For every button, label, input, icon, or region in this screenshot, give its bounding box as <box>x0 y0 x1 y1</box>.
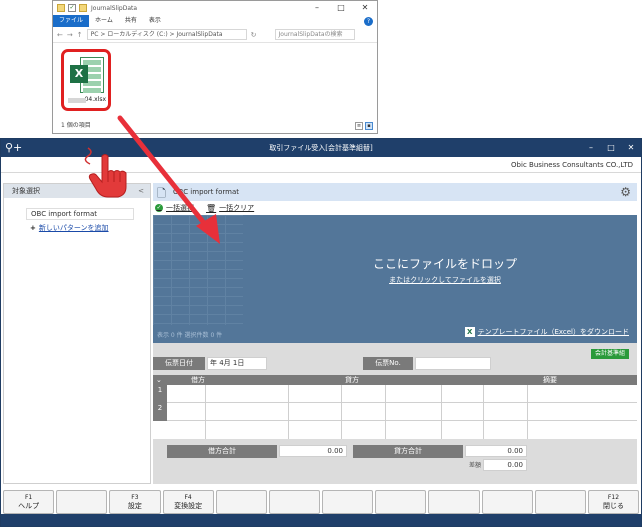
main-panel: 🗋 OBC import format ⚙ ✓ 一括選択 🗑 一括クリア ここにファ… <box>153 183 637 484</box>
drop-count: 表示 0 件 選択件数 0 件 <box>157 332 223 339</box>
f5-button[interactable] <box>215 490 267 514</box>
debit-total: 0.00 <box>279 445 347 457</box>
journal-grid: ⌄ 借方 貸方 摘要 1 2 <box>153 375 637 439</box>
document-icon: 🗋 <box>157 187 166 200</box>
bulk-actions: ✓ 一括選択 🗑 一括クリア <box>153 201 637 215</box>
format-title: OBC import format <box>173 188 239 196</box>
function-key-bar: F1 ヘルプ F3 設定 F4 変換設定 F12 閉じる <box>1 490 641 514</box>
excel-icon: X <box>464 327 475 337</box>
add-pattern-link[interactable]: + 新しいパターンを追加 <box>30 223 150 233</box>
gear-icon[interactable]: ⚙ <box>620 183 631 201</box>
slip-header: 伝票日付 年 4月 1日 伝票No. <box>153 357 637 371</box>
row-number: 1 <box>153 385 167 403</box>
explorer-ribbon: ファイル ホーム 共有 表示 ? <box>53 15 377 27</box>
checkmark-icon[interactable]: ✓ <box>68 4 76 12</box>
close-icon[interactable]: ✕ <box>353 1 377 15</box>
template-download-link[interactable]: X テンプレートファイル（Excel）をダウンロード <box>464 327 629 337</box>
up-arrow-icon[interactable]: ↑ <box>77 31 83 39</box>
f12-close-button[interactable]: F12 閉じる <box>587 490 640 514</box>
maximize-icon[interactable]: □ <box>329 1 353 15</box>
explorer-titlebar: ✓ JournalSlipData – □ ✕ <box>53 1 377 15</box>
f9-button[interactable] <box>428 490 480 514</box>
folder-icon <box>57 4 65 12</box>
check-circle-icon: ✓ <box>155 204 163 212</box>
details-view-icon[interactable]: ≡ <box>355 122 363 130</box>
expand-icon[interactable]: ⌄ <box>156 375 162 385</box>
explorer-address-bar: ← → ↑ PC > ローカルディスク (C:) > JournalSlipDa… <box>53 27 377 43</box>
f7-button[interactable] <box>322 490 374 514</box>
close-icon[interactable]: ✕ <box>621 139 641 157</box>
f1-help-button[interactable]: F1 ヘルプ <box>3 490 55 514</box>
main-header: 🗋 OBC import format ⚙ <box>153 183 637 201</box>
table-row[interactable]: 1 <box>153 385 637 403</box>
explorer-status: 1 個の項目 <box>61 122 91 129</box>
col-desc: 摘要 <box>543 376 557 384</box>
hand-cursor-icon <box>88 154 127 198</box>
grid-header: ⌄ 借方 貸方 摘要 <box>153 375 637 385</box>
search-input[interactable]: JournalSlipDataの検索 <box>274 29 355 40</box>
excel-file-icon: X <box>70 57 104 93</box>
credit-total-label: 貸方合計 <box>353 445 463 458</box>
tab-file[interactable]: ファイル <box>53 15 90 27</box>
f2-button[interactable] <box>56 490 108 514</box>
collapse-icon[interactable]: < <box>138 184 144 198</box>
tab-home[interactable]: ホーム <box>89 15 119 27</box>
large-icons-view-icon[interactable]: ▪ <box>365 122 373 130</box>
f4-conversion-settings-button[interactable]: F4 変換設定 <box>162 490 214 514</box>
diff-label: 差額 <box>469 462 482 469</box>
app-statusbar <box>1 514 641 526</box>
minimize-icon[interactable]: – <box>581 139 601 157</box>
tab-view[interactable]: 表示 <box>143 15 167 27</box>
quick-access-toolbar: ✓ <box>57 4 87 12</box>
refresh-icon[interactable]: ↻ <box>251 31 257 39</box>
forward-arrow-icon[interactable]: → <box>67 31 73 39</box>
excel-file-item[interactable]: X 04.xlsx <box>61 49 111 111</box>
row-number: 2 <box>153 403 167 421</box>
screen: ✓ JournalSlipData – □ ✕ ファイル ホーム 共有 表示 ?… <box>0 0 642 527</box>
back-arrow-icon[interactable]: ← <box>57 31 63 39</box>
totals-area: 借方合計 0.00 貸方合計 0.00 差額 0.00 <box>153 445 637 481</box>
f6-button[interactable] <box>268 490 321 514</box>
slip-no-field[interactable] <box>415 357 491 370</box>
debit-total-label: 借方合計 <box>167 445 277 458</box>
explorer-window-controls: – □ ✕ <box>305 1 377 15</box>
pattern-item[interactable]: OBC import format <box>26 208 134 220</box>
f8-button[interactable] <box>375 490 427 514</box>
folder-icon <box>79 4 87 12</box>
explorer-title: JournalSlipData <box>91 4 138 12</box>
slip-date-field[interactable]: 年 4月 1日 <box>207 357 267 370</box>
col-debit: 借方 <box>191 376 205 384</box>
f10-button[interactable] <box>481 490 533 514</box>
bulk-select-button[interactable]: ✓ 一括選択 <box>155 203 194 213</box>
minimize-icon[interactable]: – <box>305 1 329 15</box>
app-window-controls: – □ ✕ <box>581 139 641 157</box>
table-row[interactable]: 2 <box>153 403 637 421</box>
file-drop-zone[interactable]: ここにファイルをドロップ またはクリックしてファイルを選択 表示 0 件 選択件… <box>153 215 637 343</box>
f11-button[interactable] <box>534 490 586 514</box>
select-file-link[interactable]: またはクリックしてファイルを選択 <box>153 275 637 285</box>
address-input[interactable]: PC > ローカルディスク (C:) > JournalSlipData <box>86 29 247 40</box>
drop-title: ここにファイルをドロップ <box>372 257 517 271</box>
explorer-window: ✓ JournalSlipData – □ ✕ ファイル ホーム 共有 表示 ?… <box>52 0 378 134</box>
help-icon[interactable]: ? <box>364 16 373 26</box>
tab-share[interactable]: 共有 <box>119 15 143 27</box>
maximize-icon[interactable]: □ <box>601 139 621 157</box>
search-key-icon[interactable]: ⚲+ <box>5 141 22 154</box>
diff-value: 0.00 <box>483 459 527 471</box>
f3-settings-button[interactable]: F3 設定 <box>109 490 161 514</box>
plus-icon: + <box>30 224 36 232</box>
target-selection-panel: 対象選択 < OBC import format + 新しいパターンを追加 <box>3 183 151 484</box>
trash-icon: 🗑 <box>206 203 217 213</box>
view-toggle: ≡ ▪ <box>355 122 373 130</box>
file-name: 04.xlsx <box>66 96 106 105</box>
credit-total: 0.00 <box>465 445 527 457</box>
slip-date-label: 伝票日付 <box>153 357 205 370</box>
col-credit: 貸方 <box>345 376 359 384</box>
excel-badge: X <box>70 65 88 83</box>
bulk-clear-button[interactable]: 🗑 一括クリア <box>206 203 254 213</box>
slip-no-label: 伝票No. <box>363 357 413 370</box>
